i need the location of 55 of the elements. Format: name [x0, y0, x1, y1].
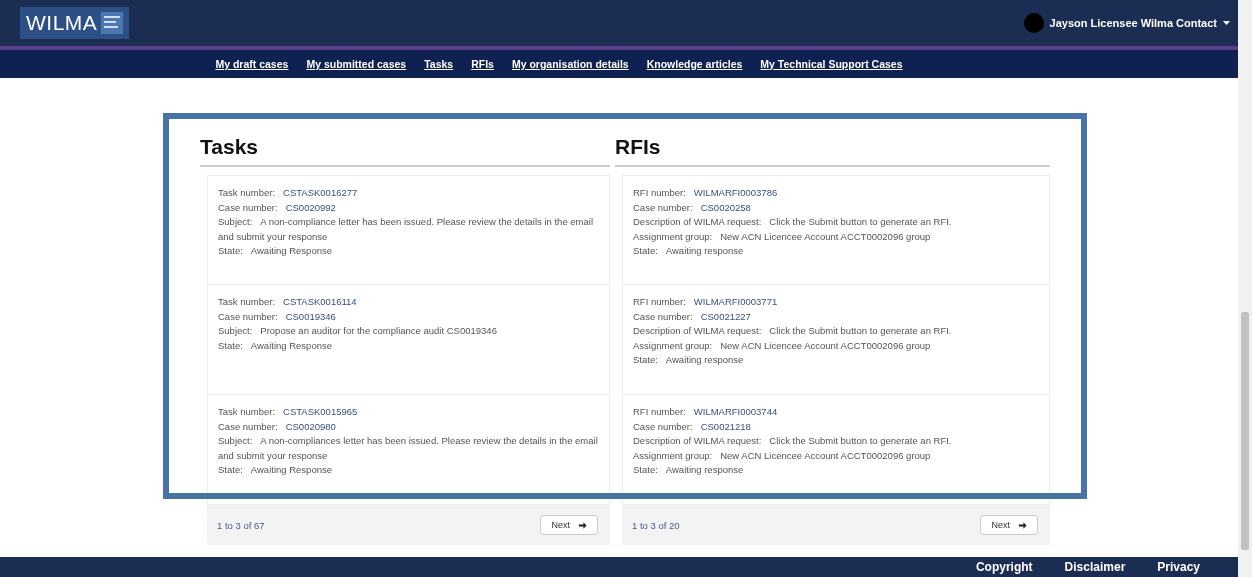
field-text: Description of WILMA request: Click the Submit button to generate an RFI.	[633, 215, 953, 229]
field-text: State: Awaiting response	[633, 244, 745, 258]
arrow-right-icon	[578, 520, 587, 530]
field-text: RFI number: WILMARFI0003786	[633, 186, 779, 200]
field-text: Case number: CS0019346	[218, 309, 337, 324]
field-text: State: Awaiting response	[633, 463, 745, 477]
field-text: State: Awaiting response	[633, 353, 745, 367]
field-text: Subject: A non-compliances letter has been issued. Please review the details in the email and submit your response	[218, 434, 599, 463]
nav-link[interactable]: My draft cases	[215, 58, 289, 70]
page-count: 1 to 3 of 20	[632, 519, 680, 531]
field-text: Case number: CS0020992	[218, 200, 337, 215]
field-text: RFI number: WILMARFI0003744	[633, 405, 779, 419]
scrollbar[interactable]	[1238, 0, 1252, 577]
field-text: Task number: CSTASK0015965	[218, 405, 359, 419]
field-text: Assignment group: New ACN Licencee Account ACCT0002096 group	[633, 229, 932, 244]
field-text: Case number: CS0021227	[633, 309, 752, 324]
caret-icon	[1223, 20, 1230, 26]
field-text: Assignment group: New ACN Licencee Account ACCT0002096 group	[633, 338, 932, 353]
field-text: State: Awaiting Response	[218, 244, 333, 258]
avatar-icon	[1023, 13, 1044, 33]
nav-link[interactable]: My submitted cases	[306, 58, 407, 70]
footer-link[interactable]: Disclaimer	[1064, 560, 1126, 574]
nav-link[interactable]: RFIs	[471, 58, 494, 70]
field-text: Case number: CS0021218	[633, 419, 752, 434]
page-count: 1 to 3 of 67	[217, 519, 265, 531]
field-text: RFI number: WILMARFI0003771	[633, 295, 779, 309]
field-text: Description of WILMA request: Click the Submit button to generate an RFI.	[633, 434, 953, 448]
field-text: Task number: CSTASK0016114	[218, 295, 358, 309]
item-card[interactable]	[622, 395, 1050, 505]
nav-link[interactable]: Knowledge articles	[646, 58, 743, 70]
nav-link[interactable]: My organisation details	[511, 58, 629, 70]
item-card[interactable]: Task number: CSTASK0016114 Case number: CS0019346 Subject: Propose an auditor for the compliance audit CS0019346 State: Awaiting Response	[207, 285, 610, 395]
section-heading: Tasks	[200, 135, 610, 167]
arrow-right-icon	[1018, 520, 1027, 530]
field-text: Subject: A non-compliance letter has been issued. Please review the details in the email and submit your response	[218, 215, 595, 244]
item-card[interactable]: Task number: CSTASK0016277 Case number: CS0020992 Subject: A non-compliance letter has been issued. Please review the details in the email and submit your response State: Awaiting Response	[207, 175, 610, 285]
item-card[interactable]: Task number: CSTASK0015965 Case number: CS0020980 Subject: A non-compliances letter has been issued. Please review the details in the email and submit your response State: Awaiting Response	[207, 395, 610, 505]
next-button[interactable]: Next	[980, 515, 1038, 535]
nav-link[interactable]: Tasks	[424, 58, 454, 70]
nav-link[interactable]: My Technical Support Cases	[760, 58, 903, 70]
section-heading: RFIs	[615, 135, 1050, 167]
field-text: Case number: CS0020980	[218, 419, 337, 434]
field-text: State: Awaiting Response	[218, 463, 333, 477]
logo[interactable]: WILMA	[20, 7, 130, 39]
logo-emblem-icon	[101, 12, 124, 34]
next-button[interactable]: Next	[540, 515, 598, 535]
footer-link[interactable]: Copyright	[975, 560, 1033, 574]
field-text: Case number: CS0020258	[633, 200, 752, 215]
field-text: Task number: CSTASK0016277	[218, 186, 359, 200]
field-text: Subject: Propose an auditor for the compliance audit CS0019346	[218, 324, 498, 338]
field-text: Description of WILMA request: Click the Submit button to generate an RFI.	[633, 324, 953, 338]
user-menu[interactable]: Jayson Licensee Wilma Contact	[1023, 13, 1230, 33]
field-text: State: Awaiting Response	[218, 338, 333, 353]
footer-link[interactable]: Privacy	[1157, 560, 1200, 574]
field-text: Assignment group: New ACN Licencee Account ACCT0002096 group	[633, 448, 932, 463]
